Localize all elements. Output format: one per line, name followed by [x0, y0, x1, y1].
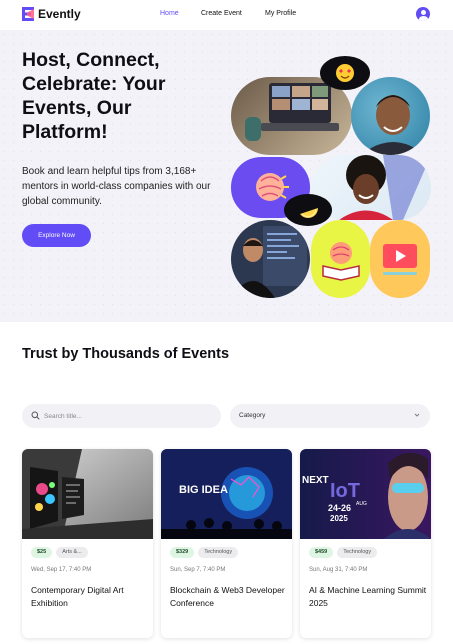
category-badge: Technology — [198, 547, 239, 558]
event-card[interactable]: $25 Arts &... Wed, Sep 17, 7:40 PM Conte… — [22, 449, 153, 638]
event-image-text: AUG — [356, 501, 367, 507]
event-image-text: 24-26 — [328, 503, 351, 513]
search-bar — [22, 404, 221, 428]
hero-title: Host, Connect, Celebrate: Your Events, O… — [22, 49, 166, 143]
category-select[interactable]: Category — [230, 404, 430, 428]
section-title: Trust by Thousands of Events — [22, 346, 230, 362]
event-date: Sun, Aug 31, 7:40 PM — [309, 567, 368, 573]
nav-create-event[interactable]: Create Event — [201, 10, 242, 17]
event-image-text: 2025 — [330, 514, 348, 523]
evently-logo-icon — [22, 7, 34, 21]
event-image: NEXT IoT 24-26 AUG 2025 — [300, 449, 431, 539]
chevron-down-icon — [414, 413, 420, 417]
event-image: BIG IDEA — [161, 449, 292, 539]
event-image-text: BIG IDEA — [179, 484, 228, 496]
nav-home[interactable]: Home — [160, 10, 179, 17]
price-badge: $25 — [31, 547, 53, 558]
user-avatar-icon[interactable] — [416, 7, 430, 21]
event-image — [22, 449, 153, 539]
logo[interactable]: Evently — [22, 7, 81, 21]
event-card[interactable]: NEXT IoT 24-26 AUG 2025 $459 Technology … — [300, 449, 431, 638]
event-title[interactable]: Contemporary Digital Art Exhibition — [31, 584, 149, 609]
event-date: Sun, Sep 7, 7:40 PM — [170, 567, 226, 573]
nav-my-profile[interactable]: My Profile — [265, 10, 296, 17]
category-select-value: Category — [239, 412, 266, 419]
explore-now-button[interactable]: Explore Now — [22, 224, 91, 247]
event-title[interactable]: Blockchain & Web3 Developer Conference — [170, 584, 288, 609]
hero-subtitle: Book and learn helpful tips from 3,168+ … — [22, 166, 211, 207]
search-icon — [31, 411, 40, 420]
app-name: Evently — [38, 7, 81, 21]
category-badge: Arts &... — [56, 547, 88, 558]
event-title[interactable]: AI & Machine Learning Summit 2025 — [309, 584, 427, 609]
search-input[interactable] — [44, 408, 214, 424]
price-badge: $329 — [170, 547, 195, 558]
event-image-text: NEXT — [302, 475, 329, 486]
event-date: Wed, Sep 17, 7:40 PM — [31, 567, 92, 573]
event-image-text: IoT — [330, 480, 360, 502]
event-card[interactable]: BIG IDEA $329 Technology Sun, Sep 7, 7:4… — [161, 449, 292, 638]
top-navbar: Evently Home Create Event My Profile — [0, 0, 453, 30]
category-badge: Technology — [337, 547, 378, 558]
price-badge: $459 — [309, 547, 334, 558]
